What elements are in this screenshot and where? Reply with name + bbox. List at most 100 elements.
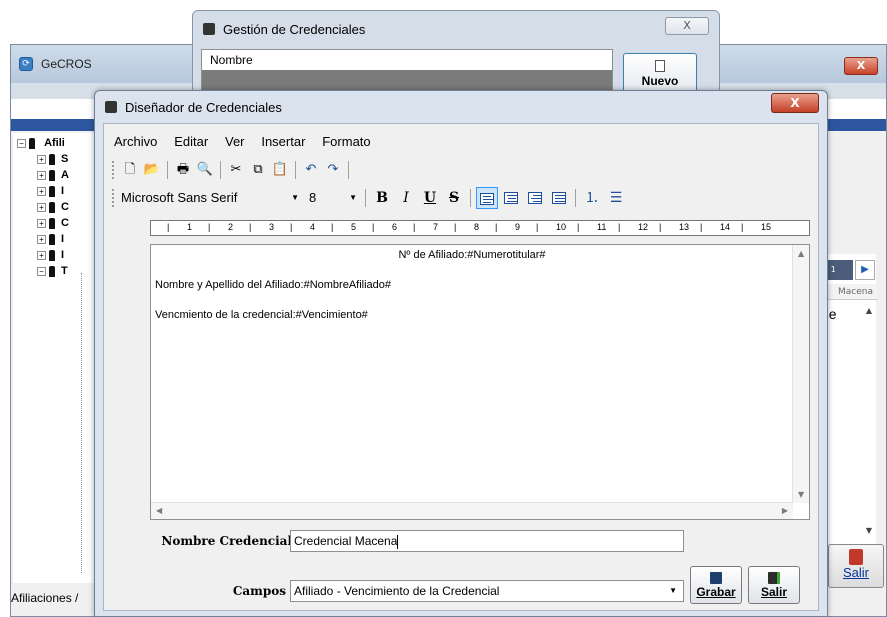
campos-label: Campos xyxy=(232,584,286,598)
person-icon xyxy=(49,201,55,213)
tree-node[interactable]: + I xyxy=(37,185,64,197)
save-disk-icon xyxy=(710,572,722,584)
ruler-mark-15: 15 xyxy=(761,222,772,232)
font-name-select[interactable]: Microsoft Sans Serif ▼ xyxy=(119,188,303,208)
tree-node-label: C xyxy=(61,201,69,213)
chevron-down-icon[interactable]: ▼ xyxy=(291,188,299,208)
expand-icon[interactable]: + xyxy=(37,250,46,260)
ruler-mark-3: 3 xyxy=(269,222,275,232)
chevron-down-icon[interactable]: ▼ xyxy=(349,188,357,208)
print-icon[interactable]: 🖶 xyxy=(173,160,193,180)
chevron-down-icon[interactable]: ▼ xyxy=(669,581,677,601)
print-preview-icon[interactable]: 🔍 xyxy=(195,160,215,180)
editor-line-nombre[interactable]: Nombre y Apellido del Afiliado:#NombreAf… xyxy=(155,279,391,291)
ruler-tick: | xyxy=(167,222,170,232)
align-center-button[interactable] xyxy=(500,187,522,209)
scroll-up-icon[interactable]: ▲ xyxy=(866,306,872,315)
tree-node[interactable]: + S xyxy=(37,153,68,165)
expand-icon[interactable]: + xyxy=(37,218,46,228)
ruler-tick: | xyxy=(413,222,416,232)
tree-node[interactable]: + C xyxy=(37,217,69,229)
tree-node[interactable]: + I xyxy=(37,233,64,245)
exit-door-icon xyxy=(849,549,863,565)
collapse-icon[interactable]: − xyxy=(37,266,46,276)
expand-icon[interactable]: + xyxy=(37,234,46,244)
tree-root-label: Afili xyxy=(44,137,65,149)
scroll-left-icon[interactable]: ◀ xyxy=(156,506,162,515)
credential-editor[interactable]: Nº de Afiliado:#Numerotitular# Nombre y … xyxy=(150,244,810,520)
ruler-mark-12: 12 xyxy=(638,222,649,232)
grabar-button[interactable]: Grabar xyxy=(690,566,742,604)
align-left-button[interactable] xyxy=(476,187,498,209)
menu-editar[interactable]: Editar xyxy=(174,134,208,149)
tree-root-node[interactable]: − Afili xyxy=(17,137,65,149)
person-icon xyxy=(49,265,55,277)
tab-next-arrow-icon[interactable]: ▶ xyxy=(855,260,875,280)
nombre-credencial-input[interactable]: Credencial Macena xyxy=(290,530,684,552)
list-column-nombre[interactable]: Nombre xyxy=(202,50,612,70)
expand-icon[interactable]: + xyxy=(37,202,46,212)
ruler-tick: | xyxy=(331,222,334,232)
gecros-title: GeCROS xyxy=(41,57,92,71)
gecros-salir-label: Salir xyxy=(842,565,869,580)
menu-ver[interactable]: Ver xyxy=(225,134,245,149)
ruler-tick: | xyxy=(454,222,457,232)
expand-icon[interactable]: + xyxy=(37,170,46,180)
editor-vertical-scrollbar[interactable]: ▲ ▼ xyxy=(792,245,809,503)
tree-node[interactable]: + A xyxy=(37,169,69,181)
ruler-tick: | xyxy=(577,222,580,232)
scroll-right-icon[interactable]: ▶ xyxy=(782,506,788,515)
align-center-icon xyxy=(504,192,518,204)
menu-insertar[interactable]: Insertar xyxy=(261,134,305,149)
disenador-close-button[interactable]: X xyxy=(771,93,819,113)
undo-icon[interactable]: ↶ xyxy=(301,160,321,180)
gecros-salir-button[interactable]: Salir xyxy=(828,544,884,588)
scroll-down-icon[interactable]: ▼ xyxy=(798,490,804,499)
gecros-close-button[interactable]: X xyxy=(844,57,878,75)
collapse-icon[interactable]: − xyxy=(17,138,26,148)
ruler[interactable]: 1 | 2 | 3 | 4 | 5 | 6 | 7 | 8 | 9 | 10 | 11 | 12 | 13 | 14 | 15 | xyxy=(150,220,810,236)
editor-line-vencimiento[interactable]: Vencmiento de la credencial:#Vencimiento… xyxy=(155,309,368,321)
menu-formato[interactable]: Formato xyxy=(322,134,370,149)
copy-icon[interactable]: ⧉ xyxy=(248,160,268,180)
nombre-credencial-value: Credencial Macena xyxy=(294,534,398,548)
editor-line-afiliado[interactable]: Nº de Afiliado:#Numerotitular# xyxy=(151,249,793,261)
campos-value: Afiliado - Vencimiento de la Credencial xyxy=(294,584,500,598)
person-icon xyxy=(49,153,55,165)
numbered-list-icon[interactable]: ⒈ xyxy=(581,187,603,209)
tree-node[interactable]: + I xyxy=(37,249,64,261)
bulleted-list-icon[interactable]: ☰ xyxy=(605,187,627,209)
expand-icon[interactable]: + xyxy=(37,186,46,196)
person-icon xyxy=(49,169,55,181)
align-right-button[interactable] xyxy=(524,187,546,209)
paste-icon[interactable]: 📋 xyxy=(270,160,290,180)
redo-icon[interactable]: ↷ xyxy=(323,160,343,180)
new-file-icon[interactable]: 🗋 xyxy=(120,160,140,180)
tree-node-label: T xyxy=(61,265,68,277)
campos-select[interactable]: Afiliado - Vencimiento de la Credencial … xyxy=(290,580,684,602)
toolbar-grip[interactable] xyxy=(112,189,115,207)
editor-horizontal-scrollbar[interactable]: ◀ ▶ xyxy=(151,502,793,519)
font-size-select[interactable]: 8 ▼ xyxy=(303,188,361,208)
person-icon xyxy=(49,217,55,229)
tree-node[interactable]: + C xyxy=(37,201,69,213)
salir-button[interactable]: Salir xyxy=(748,566,800,604)
bold-button[interactable]: B xyxy=(371,187,393,209)
italic-button[interactable]: I xyxy=(395,187,417,209)
gestion-close-button[interactable]: X xyxy=(665,17,709,35)
toolbar-separator xyxy=(348,161,349,179)
expand-icon[interactable]: + xyxy=(37,154,46,164)
tree-node[interactable]: − T xyxy=(37,265,68,277)
text-caret xyxy=(397,534,399,549)
scroll-down-icon[interactable]: ▼ xyxy=(866,526,872,535)
scroll-up-icon[interactable]: ▲ xyxy=(798,249,804,258)
cut-icon[interactable]: ✂ xyxy=(226,160,246,180)
strikethrough-button[interactable]: S xyxy=(443,187,465,209)
disenador-window-icon xyxy=(105,101,117,113)
menu-archivo[interactable]: Archivo xyxy=(114,134,157,149)
underline-button[interactable]: U xyxy=(419,187,441,209)
justify-button[interactable] xyxy=(548,187,570,209)
toolbar-grip[interactable] xyxy=(112,161,115,179)
tree-node-label: S xyxy=(61,153,69,165)
open-folder-icon[interactable]: 📂 xyxy=(142,160,162,180)
